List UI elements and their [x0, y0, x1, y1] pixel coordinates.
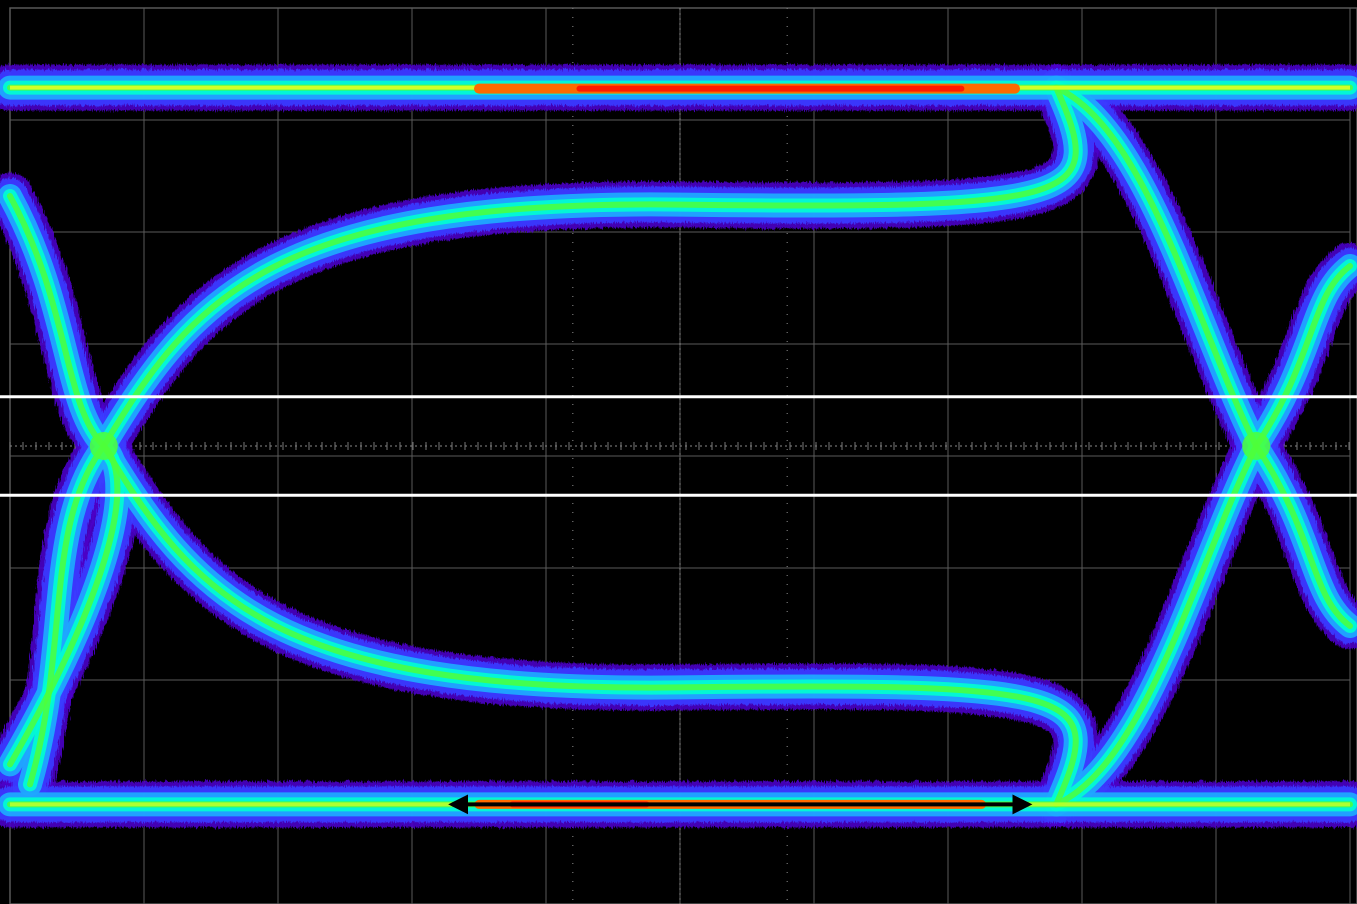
eye-diagram-display: [0, 0, 1357, 904]
screen-background: [0, 0, 1357, 904]
eye-diagram-plot: [0, 0, 1357, 904]
crossing-right: [1242, 432, 1271, 460]
crossing-left: [89, 432, 118, 460]
